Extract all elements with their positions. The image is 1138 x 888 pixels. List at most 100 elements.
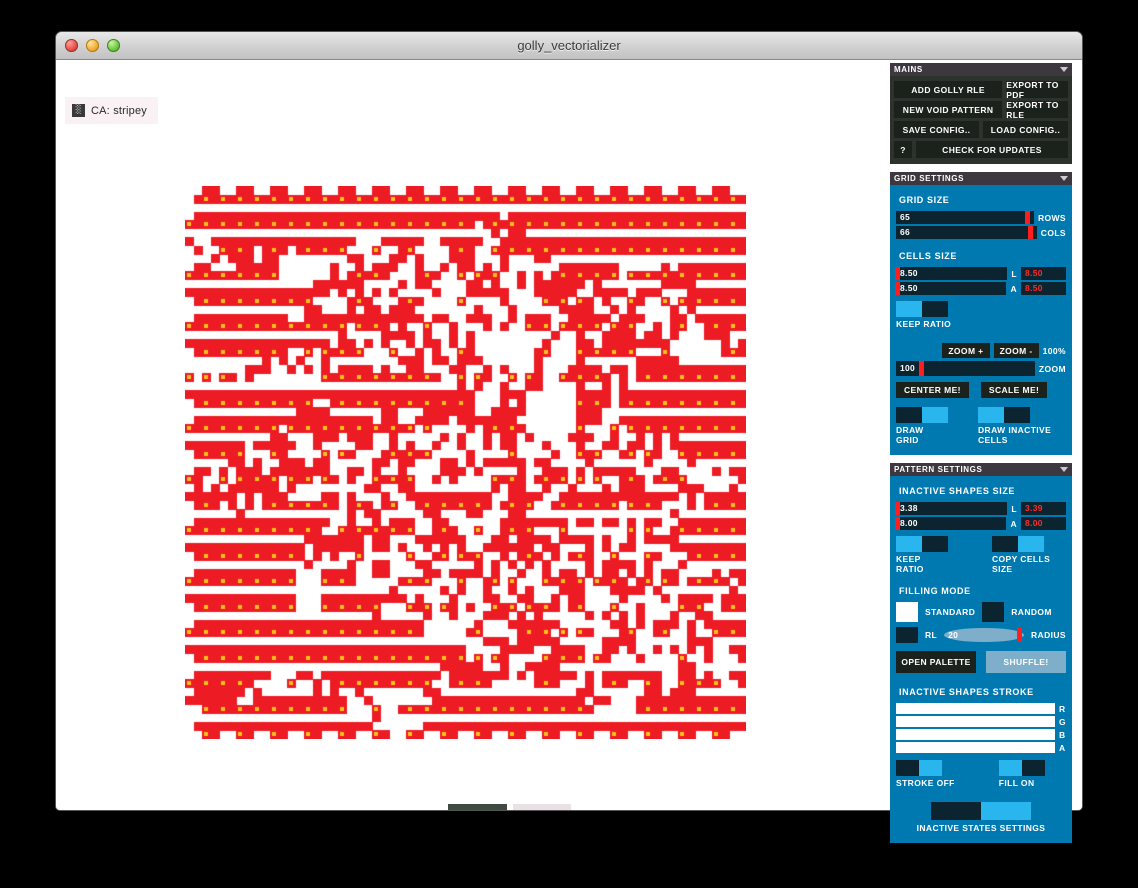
window-title: golly_vectorializer <box>517 38 621 53</box>
copy-cells-size-toggle-left[interactable] <box>992 536 1018 552</box>
inactive-a-slider[interactable]: 8.00 <box>895 517 1007 530</box>
cells-size-a-value: 8.50 <box>900 283 918 293</box>
rgba-slider-g[interactable] <box>896 716 1055 727</box>
draw-inactive-cells-toggle-left[interactable] <box>978 407 1004 423</box>
draw-grid-group: DRAW GRID <box>896 407 948 445</box>
panel-grid-settings: GRID SETTINGS GRID SIZE 65 ROWS 66 COLS … <box>890 172 1072 455</box>
view-buttons-row: CENTER ME! SCALE ME! <box>896 382 1066 398</box>
draw-grid-toggle-right[interactable] <box>922 407 948 423</box>
new-void-pattern-button[interactable]: NEW VOID PATTERN <box>894 101 1003 118</box>
keep-ratio-toggle[interactable] <box>896 301 948 317</box>
draw-grid-label: DRAW GRID <box>896 425 924 445</box>
cells-size-a-slider[interactable]: 8.50 <box>895 282 1007 295</box>
rgba-slider-a[interactable] <box>896 742 1055 753</box>
zoom-in-button[interactable]: ZOOM + <box>942 343 990 358</box>
zoom-out-button[interactable]: ZOOM - <box>993 343 1039 358</box>
title-bar: golly_vectorializer <box>56 32 1082 60</box>
inactive-states-toggle-left[interactable] <box>931 802 981 820</box>
zoom-slider-handle[interactable] <box>919 361 924 376</box>
keep-ratio-toggle-right[interactable] <box>922 301 948 317</box>
draw-grid-toggle[interactable] <box>896 407 948 423</box>
inactive-a-label: A <box>1010 518 1017 529</box>
draw-grid-toggle-left[interactable] <box>896 407 922 423</box>
cols-value: 66 <box>900 227 911 237</box>
export-to-pdf-button[interactable]: EXPORT TO PDF <box>1006 80 1068 100</box>
pattern-keep-ratio-toggle-right[interactable] <box>922 536 948 552</box>
standard-mode-swatch[interactable] <box>896 602 918 622</box>
draw-inactive-cells-toggle[interactable] <box>978 407 1030 423</box>
rgba-slider-r[interactable] <box>896 703 1055 714</box>
prev-button[interactable]: < PREV <box>448 804 507 810</box>
panel-pattern-settings-header[interactable]: PATTERN SETTINGS <box>890 463 1072 476</box>
inactive-states-settings-group: INACTIVE STATES SETTINGS <box>896 802 1066 833</box>
control-panel-column: MAINS ADD GOLLY RLE EXPORT TO PDF NEW VO… <box>890 63 1072 851</box>
center-me-button[interactable]: CENTER ME! <box>896 382 969 398</box>
draw-inactive-cells-toggle-right[interactable] <box>1004 407 1030 423</box>
rgba-row: R <box>896 703 1066 714</box>
pattern-keep-ratio-toggle[interactable] <box>896 536 948 552</box>
rows-label: ROWS <box>1037 212 1066 223</box>
stroke-toggle-left[interactable] <box>896 760 919 776</box>
inactive-l-number[interactable]: 3.39 <box>1021 502 1066 515</box>
random-mode-swatch[interactable] <box>982 602 1005 622</box>
cells-size-l-label: L <box>1011 268 1017 279</box>
inactive-shapes-size-heading: INACTIVE SHAPES SIZE <box>899 486 1016 496</box>
panel-grid-settings-header[interactable]: GRID SETTINGS <box>890 172 1072 185</box>
export-to-rle-button[interactable]: EXPORT TO RLE <box>1006 100 1068 120</box>
shuffle-button[interactable]: SHUFFLE! <box>986 651 1066 673</box>
chevron-down-icon[interactable] <box>1060 176 1068 181</box>
stroke-toggle-right[interactable] <box>919 760 942 776</box>
radius-slider-handle[interactable] <box>1017 628 1023 642</box>
chevron-down-icon[interactable] <box>1060 67 1068 72</box>
cols-slider-handle[interactable] <box>1027 226 1033 239</box>
ca-badge[interactable]: ░ CA: stripey <box>65 97 158 124</box>
cells-size-l-slider[interactable]: 8.50 <box>895 267 1008 280</box>
radius-slider[interactable]: 20 <box>944 628 1024 642</box>
cells-size-a-number[interactable]: 8.50 <box>1021 282 1066 295</box>
open-palette-button[interactable]: OPEN PALETTE <box>896 651 976 673</box>
stroke-label: STROKE OFF <box>896 778 955 788</box>
inactive-l-slider[interactable]: 3.38 <box>895 502 1008 515</box>
mains-row-2: NEW VOID PATTERN EXPORT TO RLE <box>894 100 1068 120</box>
zoom-slider[interactable]: 100 <box>896 361 1035 376</box>
add-golly-rle-button[interactable]: ADD GOLLY RLE <box>894 81 1003 98</box>
draw-inactive-cells-group: DRAW INACTIVE CELLS <box>978 407 1066 445</box>
zoom-buttons-row: ZOOM + ZOOM - 100% <box>896 343 1066 358</box>
cols-slider[interactable]: 66 <box>896 226 1037 239</box>
standard-mode-label: STANDARD <box>925 607 976 617</box>
inactive-states-settings-toggle[interactable] <box>931 802 1031 820</box>
stroke-toggle[interactable] <box>896 760 942 776</box>
cols-label: COLS <box>1040 227 1066 238</box>
inactive-a-row: 8.00 A 8.00 <box>895 517 1066 530</box>
copy-cells-size-toggle[interactable] <box>992 536 1044 552</box>
cells-size-a-row: 8.50 A 8.50 <box>895 282 1066 295</box>
copy-cells-size-toggle-right[interactable] <box>1018 536 1044 552</box>
cells-size-l-number[interactable]: 8.50 <box>1021 267 1066 280</box>
pattern-keep-ratio-toggle-left[interactable] <box>896 536 922 552</box>
inactive-states-toggle-right[interactable] <box>981 802 1031 820</box>
rgba-slider-b[interactable] <box>896 729 1055 740</box>
panel-mains-header[interactable]: MAINS <box>890 63 1072 76</box>
rows-slider-handle[interactable] <box>1025 211 1031 224</box>
chevron-down-icon[interactable] <box>1060 467 1068 472</box>
fill-toggle[interactable] <box>998 760 1045 776</box>
screen-root: golly_vectorializer ░ CA: stripey < PREV… <box>0 0 1138 888</box>
help-button[interactable]: ? <box>894 141 912 158</box>
rgba-label-r: R <box>1059 703 1066 714</box>
inactive-a-value: 8.00 <box>900 518 918 528</box>
zoom-slider-value: 100 <box>900 363 916 373</box>
rgba-row: A <box>896 742 1066 753</box>
grid-size-heading: GRID SIZE <box>899 195 950 205</box>
keep-ratio-toggle-left[interactable] <box>896 301 922 317</box>
save-config-button[interactable]: SAVE CONFIG.. <box>894 121 979 138</box>
cellular-automaton-pattern[interactable] <box>185 186 746 739</box>
scale-me-button[interactable]: SCALE ME! <box>980 382 1048 398</box>
load-config-button[interactable]: LOAD CONFIG.. <box>983 121 1068 138</box>
rows-slider[interactable]: 65 <box>896 211 1034 224</box>
copy-cells-size-group: COPY CELLS SIZE <box>992 536 1066 574</box>
fill-toggle-right[interactable] <box>1021 760 1045 776</box>
inactive-a-number[interactable]: 8.00 <box>1021 517 1066 530</box>
rl-mode-swatch[interactable] <box>896 627 918 643</box>
check-for-updates-button[interactable]: CHECK FOR UPDATES <box>916 141 1068 158</box>
fill-toggle-left[interactable] <box>998 760 1022 776</box>
